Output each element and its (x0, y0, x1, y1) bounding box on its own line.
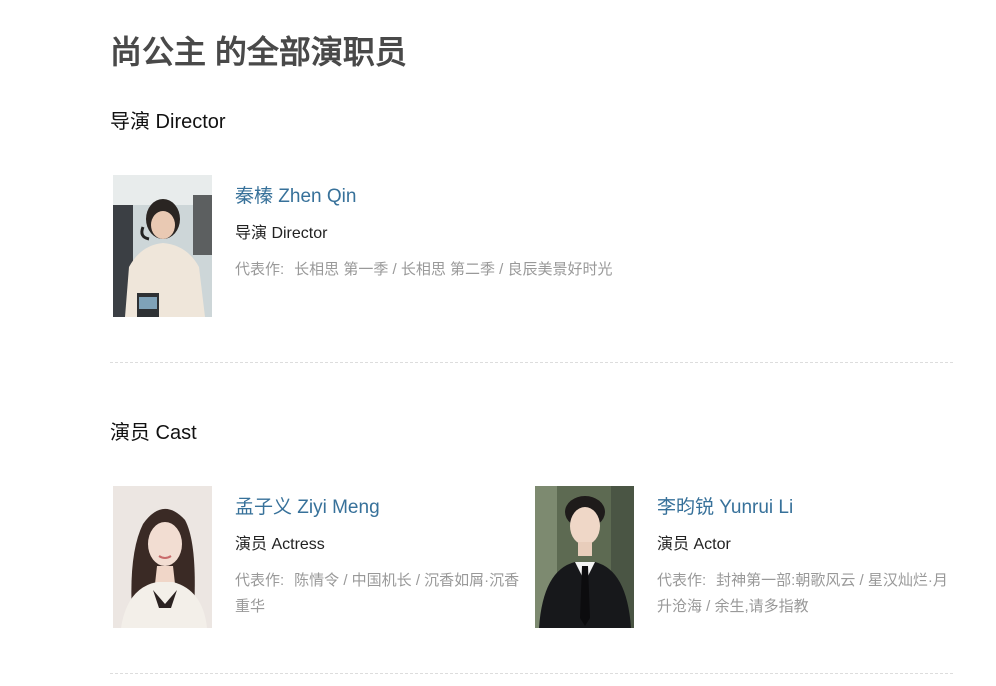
celebrity-photo-cast-1[interactable] (113, 486, 212, 628)
celebrity-works: 代表作: 长相思 第一季 / 长相思 第二季 / 良辰美景好时光 (235, 257, 755, 283)
person-photo-icon (113, 486, 212, 628)
celebrity-role: 演员 Actor (657, 536, 731, 553)
celebrity-role: 演员 Actress (235, 536, 325, 553)
celebrity-card-director: 秦榛 Zhen Qin 导演 Director 代表作: 长相思 第一季 / 长相… (110, 175, 613, 320)
person-photo-icon (535, 486, 634, 628)
celebrity-works: 代表作: 封神第一部:朝歌风云 / 星汉灿烂·月升沧海 / 余生,请多指教 (657, 568, 952, 620)
person-photo-icon (113, 175, 212, 317)
celebrity-name-link[interactable]: 李昀锐 Yunrui Li (657, 496, 793, 520)
works-label: 代表作: (235, 572, 285, 589)
page-title: 尚公主 的全部演职员 (110, 34, 407, 70)
celebrity-photo-cast-2[interactable] (535, 486, 634, 628)
section-heading-director: 导演 Director (110, 111, 226, 133)
celebrity-photo-director[interactable] (113, 175, 212, 317)
works-label: 代表作: (657, 572, 707, 589)
section-divider (110, 673, 953, 674)
celebrity-name-link[interactable]: 孟子义 Ziyi Meng (235, 496, 380, 520)
celebrity-name-link[interactable]: 秦榛 Zhen Qin (235, 185, 356, 209)
celebrity-role: 导演 Director (235, 225, 328, 242)
celebrity-card-cast-2: 李昀锐 Yunrui Li 演员 Actor 代表作: 封神第一部:朝歌风云 / … (532, 486, 952, 631)
works-list[interactable]: 长相思 第一季 / 长相思 第二季 / 良辰美景好时光 (294, 261, 612, 278)
section-divider (110, 362, 953, 363)
celebrity-card-cast-1: 孟子义 Ziyi Meng 演员 Actress 代表作: 陈情令 / 中国机长 … (110, 486, 530, 631)
celebrity-works: 代表作: 陈情令 / 中国机长 / 沉香如屑·沉香重华 (235, 568, 530, 620)
section-heading-cast: 演员 Cast (110, 422, 197, 444)
works-label: 代表作: (235, 261, 285, 278)
